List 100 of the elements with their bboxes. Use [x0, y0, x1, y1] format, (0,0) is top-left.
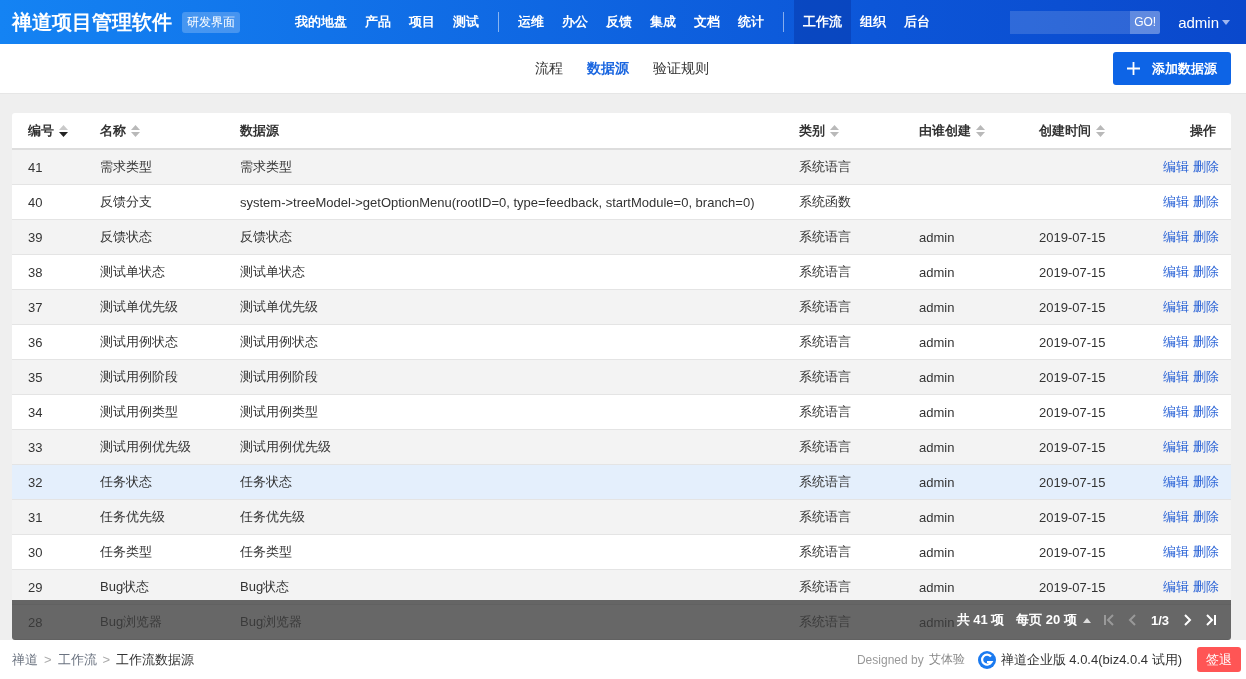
column-header[interactable]: 类别 [799, 121, 839, 140]
table-row[interactable]: 36 测试用例状态 测试用例状态 系统语言 admin 2019-07-15 编辑 删除 [12, 324, 1231, 360]
next-page-icon[interactable] [1181, 614, 1193, 626]
type-cell: 系统语言 [799, 369, 851, 384]
total-count: 共 41 项 [956, 611, 1005, 629]
creator-cell: admin [919, 299, 955, 315]
nav-item[interactable]: 统计 [729, 0, 773, 44]
mode-badge[interactable]: 研发界面 [182, 11, 240, 33]
table-row[interactable]: 34 测试用例类型 测试用例类型 系统语言 admin 2019-07-15 编辑 删除 [12, 394, 1231, 430]
type-cell: 系统语言 [799, 299, 851, 314]
designer-link[interactable]: 艾体验 [928, 651, 965, 668]
edit-link[interactable]: 编辑 [1163, 369, 1189, 384]
edit-link[interactable]: 编辑 [1163, 334, 1189, 349]
edit-link[interactable]: 编辑 [1163, 264, 1189, 279]
table-row[interactable]: 38 测试单状态 测试单状态 系统语言 admin 2019-07-15 编辑 删除 [12, 254, 1231, 290]
delete-link[interactable]: 删除 [1193, 299, 1219, 314]
delete-link[interactable]: 删除 [1193, 334, 1219, 349]
name-cell: 任务类型 [100, 544, 152, 559]
date-cell: 2019-07-15 [1039, 509, 1106, 525]
nav-item[interactable]: 产品 [356, 0, 400, 44]
column-header[interactable]: 编号 [28, 121, 68, 140]
nav-item[interactable]: 组织 [851, 0, 895, 44]
tab[interactable]: 流程 [535, 59, 563, 78]
edit-link[interactable]: 编辑 [1163, 439, 1189, 454]
logout-button[interactable]: 签退 [1197, 647, 1241, 672]
name-cell: Bug状态 [100, 579, 150, 594]
name-cell: 反馈状态 [100, 229, 152, 244]
nav-item[interactable]: 反馈 [597, 0, 641, 44]
edit-link[interactable]: 编辑 [1163, 544, 1189, 559]
source-cell: 测试用例状态 [240, 334, 318, 349]
edit-link[interactable]: 编辑 [1163, 474, 1189, 489]
delete-link[interactable]: 删除 [1193, 194, 1219, 209]
column-header[interactable]: 由谁创建 [919, 121, 985, 140]
edit-link[interactable]: 编辑 [1163, 299, 1189, 314]
creator-cell: admin [919, 509, 955, 525]
id-cell: 41 [28, 159, 43, 175]
delete-link[interactable]: 删除 [1193, 509, 1219, 524]
edit-link[interactable]: 编辑 [1163, 194, 1189, 209]
edit-link[interactable]: 编辑 [1163, 404, 1189, 419]
delete-link[interactable]: 删除 [1193, 369, 1219, 384]
column-header[interactable]: 创建时间 [1039, 121, 1105, 140]
table-row[interactable]: 40 反馈分支 system->treeModel->getOptionMenu(rootID=0, type=feedback, startModule=0, branch=0) 系统函数 编辑 删除 [12, 184, 1231, 220]
creator-cell: admin [919, 579, 955, 595]
name-cell: 测试单优先级 [100, 299, 178, 314]
table-row[interactable]: 41 需求类型 需求类型 系统语言 编辑 删除 [12, 149, 1231, 185]
version-link[interactable]: 禅道企业版 4.0.4(biz4.0.4 试用) [1000, 650, 1182, 669]
nav-item[interactable]: 运维 [509, 0, 553, 44]
breadcrumb-item[interactable]: 禅道 [12, 650, 38, 669]
delete-link[interactable]: 删除 [1193, 439, 1219, 454]
date-cell: 2019-07-15 [1039, 369, 1106, 385]
table-row[interactable]: 35 测试用例阶段 测试用例阶段 系统语言 admin 2019-07-15 编辑 删除 [12, 359, 1231, 395]
name-cell: 测试用例优先级 [100, 439, 191, 454]
table-row[interactable]: 30 任务类型 任务类型 系统语言 admin 2019-07-15 编辑 删除 [12, 534, 1231, 570]
creator-cell: admin [919, 264, 955, 280]
nav-item[interactable]: 集成 [641, 0, 685, 44]
table-row[interactable]: 37 测试单优先级 测试单优先级 系统语言 admin 2019-07-15 编辑 删除 [12, 289, 1231, 325]
breadcrumb-item[interactable]: 工作流数据源 [116, 650, 195, 669]
creator-cell: admin [919, 334, 955, 350]
tab[interactable]: 验证规则 [653, 59, 709, 78]
id-cell: 38 [28, 264, 43, 280]
date-cell: 2019-07-15 [1039, 439, 1106, 455]
nav-item[interactable]: 测试 [444, 0, 488, 44]
nav-item[interactable]: 我的地盘 [286, 0, 356, 44]
name-cell: 测试用例阶段 [100, 369, 178, 384]
search-button[interactable]: GO! [1130, 10, 1161, 34]
add-data-source-button[interactable]: 添加数据源 [1113, 52, 1231, 85]
table-row[interactable]: 33 测试用例优先级 测试用例优先级 系统语言 admin 2019-07-15 编辑 删除 [12, 429, 1231, 465]
nav-item[interactable]: 项目 [400, 0, 444, 44]
delete-link[interactable]: 删除 [1193, 544, 1219, 559]
table-row[interactable]: 31 任务优先级 任务优先级 系统语言 admin 2019-07-15 编辑 删除 [12, 499, 1231, 535]
delete-link[interactable]: 删除 [1193, 159, 1219, 174]
delete-link[interactable]: 删除 [1193, 264, 1219, 279]
delete-link[interactable]: 删除 [1193, 229, 1219, 244]
edit-link[interactable]: 编辑 [1163, 509, 1189, 524]
id-cell: 34 [28, 404, 43, 420]
source-cell: 测试用例阶段 [240, 369, 318, 384]
table-row[interactable]: 39 反馈状态 反馈状态 系统语言 admin 2019-07-15 编辑 删除 [12, 219, 1231, 255]
delete-link[interactable]: 删除 [1193, 474, 1219, 489]
user-menu[interactable]: admin [1178, 13, 1230, 31]
type-cell: 系统语言 [799, 439, 851, 454]
edit-link[interactable]: 编辑 [1163, 229, 1189, 244]
id-cell: 35 [28, 369, 43, 385]
id-cell: 30 [28, 544, 43, 560]
delete-link[interactable]: 删除 [1193, 404, 1219, 419]
source-cell: Bug状态 [240, 579, 290, 594]
nav-item[interactable]: 办公 [553, 0, 597, 44]
type-cell: 系统语言 [799, 264, 851, 279]
nav-item[interactable]: 文档 [685, 0, 729, 44]
page-size-selector[interactable]: 每页 20 项 [1016, 611, 1091, 629]
column-header[interactable]: 名称 [100, 121, 140, 140]
edit-link[interactable]: 编辑 [1163, 579, 1189, 594]
nav-item[interactable]: 工作流 [794, 0, 851, 44]
delete-link[interactable]: 删除 [1193, 579, 1219, 594]
edit-link[interactable]: 编辑 [1163, 159, 1189, 174]
source-cell: 测试单优先级 [240, 299, 318, 314]
table-row[interactable]: 32 任务状态 任务状态 系统语言 admin 2019-07-15 编辑 删除 [12, 464, 1231, 500]
last-page-icon[interactable] [1205, 614, 1217, 626]
tab[interactable]: 数据源 [587, 59, 629, 78]
breadcrumb-item[interactable]: 工作流 [57, 650, 97, 669]
nav-item[interactable]: 后台 [895, 0, 939, 44]
